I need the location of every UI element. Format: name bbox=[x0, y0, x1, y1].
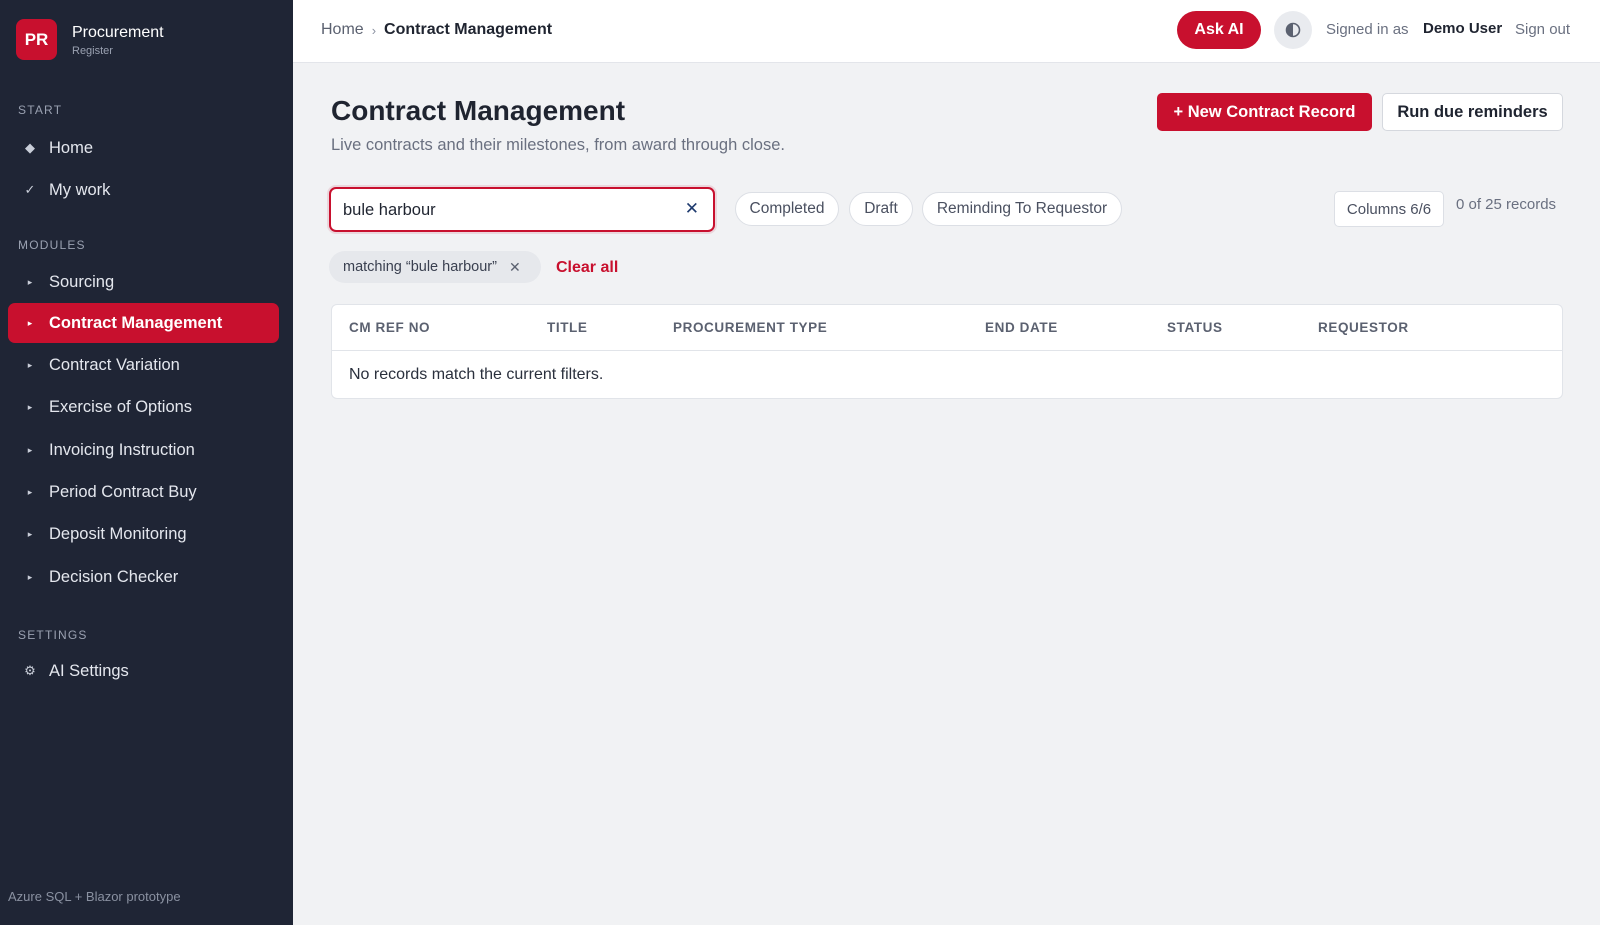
breadcrumb: Home › Contract Management bbox=[321, 21, 552, 39]
contrast-icon bbox=[1285, 22, 1301, 38]
search-input[interactable] bbox=[343, 199, 663, 221]
column-header-title[interactable]: TITLE bbox=[547, 320, 588, 335]
sidebar-item-invoicing-instruction[interactable]: ▸ Invoicing Instruction bbox=[8, 430, 279, 470]
sidebar-item-label: Contract Management bbox=[49, 313, 223, 332]
breadcrumb-home[interactable]: Home bbox=[321, 21, 364, 39]
sidebar-item-label: Period Contract Buy bbox=[49, 482, 197, 501]
section-label-modules: MODULES bbox=[18, 238, 86, 252]
column-header-status[interactable]: STATUS bbox=[1167, 320, 1223, 335]
sign-out-link[interactable]: Sign out bbox=[1515, 21, 1570, 38]
run-due-reminders-button[interactable]: Run due reminders bbox=[1382, 93, 1563, 131]
check-icon: ✓ bbox=[24, 182, 36, 197]
status-chip-draft[interactable]: Draft bbox=[849, 192, 913, 226]
sidebar-item-home[interactable]: ◆ Home bbox=[8, 128, 279, 168]
column-header-requestor[interactable]: REQUESTOR bbox=[1318, 320, 1409, 335]
sidebar-item-label: Contract Variation bbox=[49, 355, 180, 374]
column-header-end-date[interactable]: END DATE bbox=[985, 320, 1058, 335]
caret-right-icon: ▸ bbox=[27, 444, 33, 455]
status-chip-reminding-to-requestor[interactable]: Reminding To Requestor bbox=[922, 192, 1122, 226]
page-subtitle: Live contracts and their milestones, fro… bbox=[331, 136, 785, 154]
sidebar-item-deposit-monitoring[interactable]: ▸ Deposit Monitoring bbox=[8, 514, 279, 554]
sidebar-item-sourcing[interactable]: ▸ Sourcing bbox=[8, 262, 279, 302]
sidebar-item-label: Home bbox=[49, 138, 94, 157]
sidebar-item-label: AI Settings bbox=[49, 661, 129, 680]
remove-filter-icon[interactable]: ✕ bbox=[509, 259, 521, 276]
sidebar-item-decision-checker[interactable]: ▸ Decision Checker bbox=[8, 557, 279, 597]
sidebar-item-label: Deposit Monitoring bbox=[49, 524, 187, 543]
caret-right-icon: ▸ bbox=[27, 571, 33, 582]
sidebar-item-label: Exercise of Options bbox=[49, 397, 193, 416]
active-filter-chip: matching “bule harbour” ✕ bbox=[329, 251, 541, 283]
section-label-start: START bbox=[18, 103, 63, 117]
sidebar-item-label: Sourcing bbox=[49, 272, 115, 291]
columns-button[interactable]: Columns 6/6 bbox=[1334, 191, 1444, 227]
caret-right-icon: ▸ bbox=[27, 276, 33, 287]
caret-right-icon: ▸ bbox=[27, 528, 33, 539]
caret-right-icon: ▸ bbox=[27, 401, 33, 412]
new-contract-record-button[interactable]: + New Contract Record bbox=[1157, 93, 1372, 131]
user-name: Demo User bbox=[1423, 20, 1503, 37]
search-box: ✕ bbox=[329, 187, 715, 232]
table-header: CM REF NO TITLE PROCUREMENT TYPE END DAT… bbox=[332, 305, 1562, 351]
brand-logo: PR bbox=[16, 19, 57, 60]
breadcrumb-separator-icon: › bbox=[371, 22, 377, 38]
brand[interactable]: PR Procurement Register bbox=[16, 19, 164, 60]
record-count: 0 of 25 records bbox=[1456, 196, 1557, 213]
ask-ai-button[interactable]: Ask AI bbox=[1177, 11, 1261, 49]
status-chip-completed[interactable]: Completed bbox=[735, 192, 839, 226]
sidebar-item-label: Invoicing Instruction bbox=[49, 440, 195, 459]
column-header-cm-ref-no[interactable]: CM REF NO bbox=[349, 320, 430, 335]
sidebar-item-label: My work bbox=[49, 180, 111, 199]
clear-all-link[interactable]: Clear all bbox=[556, 259, 618, 277]
sidebar-item-exercise-of-options[interactable]: ▸ Exercise of Options bbox=[8, 387, 279, 427]
empty-state-message: No records match the current filters. bbox=[349, 366, 604, 383]
clear-search-icon[interactable]: ✕ bbox=[685, 199, 699, 219]
contracts-table: CM REF NO TITLE PROCUREMENT TYPE END DAT… bbox=[331, 304, 1563, 399]
sidebar-item-ai-settings[interactable]: ⚙ AI Settings bbox=[8, 651, 279, 691]
caret-right-icon: ▸ bbox=[27, 486, 33, 497]
sidebar-item-label: Decision Checker bbox=[49, 567, 179, 586]
caret-right-icon: ▸ bbox=[27, 317, 33, 328]
gear-icon: ⚙ bbox=[24, 663, 36, 678]
breadcrumb-current: Contract Management bbox=[384, 21, 553, 38]
topbar: Home › Contract Management Ask AI Signed… bbox=[293, 0, 1600, 63]
sidebar-footer: Azure SQL + Blazor prototype bbox=[8, 889, 181, 904]
sidebar: PR Procurement Register START ◆ Home ✓ M… bbox=[0, 0, 293, 925]
sidebar-item-period-contract-buy[interactable]: ▸ Period Contract Buy bbox=[8, 472, 279, 512]
brand-name: Procurement bbox=[72, 23, 164, 41]
caret-right-icon: ▸ bbox=[27, 359, 33, 370]
page-title: Contract Management bbox=[331, 95, 626, 126]
sidebar-item-contract-variation[interactable]: ▸ Contract Variation bbox=[8, 345, 279, 385]
active-filter-label: matching “bule harbour” bbox=[343, 259, 497, 275]
brand-subtitle: Register bbox=[72, 44, 113, 57]
theme-toggle-button[interactable] bbox=[1274, 11, 1312, 49]
section-label-settings: SETTINGS bbox=[18, 628, 88, 642]
sidebar-item-my-work[interactable]: ✓ My work bbox=[8, 170, 279, 210]
diamond-icon: ◆ bbox=[25, 140, 35, 155]
column-header-procurement-type[interactable]: PROCUREMENT TYPE bbox=[673, 320, 827, 335]
sidebar-item-contract-management[interactable]: ▸ Contract Management bbox=[8, 303, 279, 343]
signed-in-label: Signed in as bbox=[1326, 21, 1409, 38]
